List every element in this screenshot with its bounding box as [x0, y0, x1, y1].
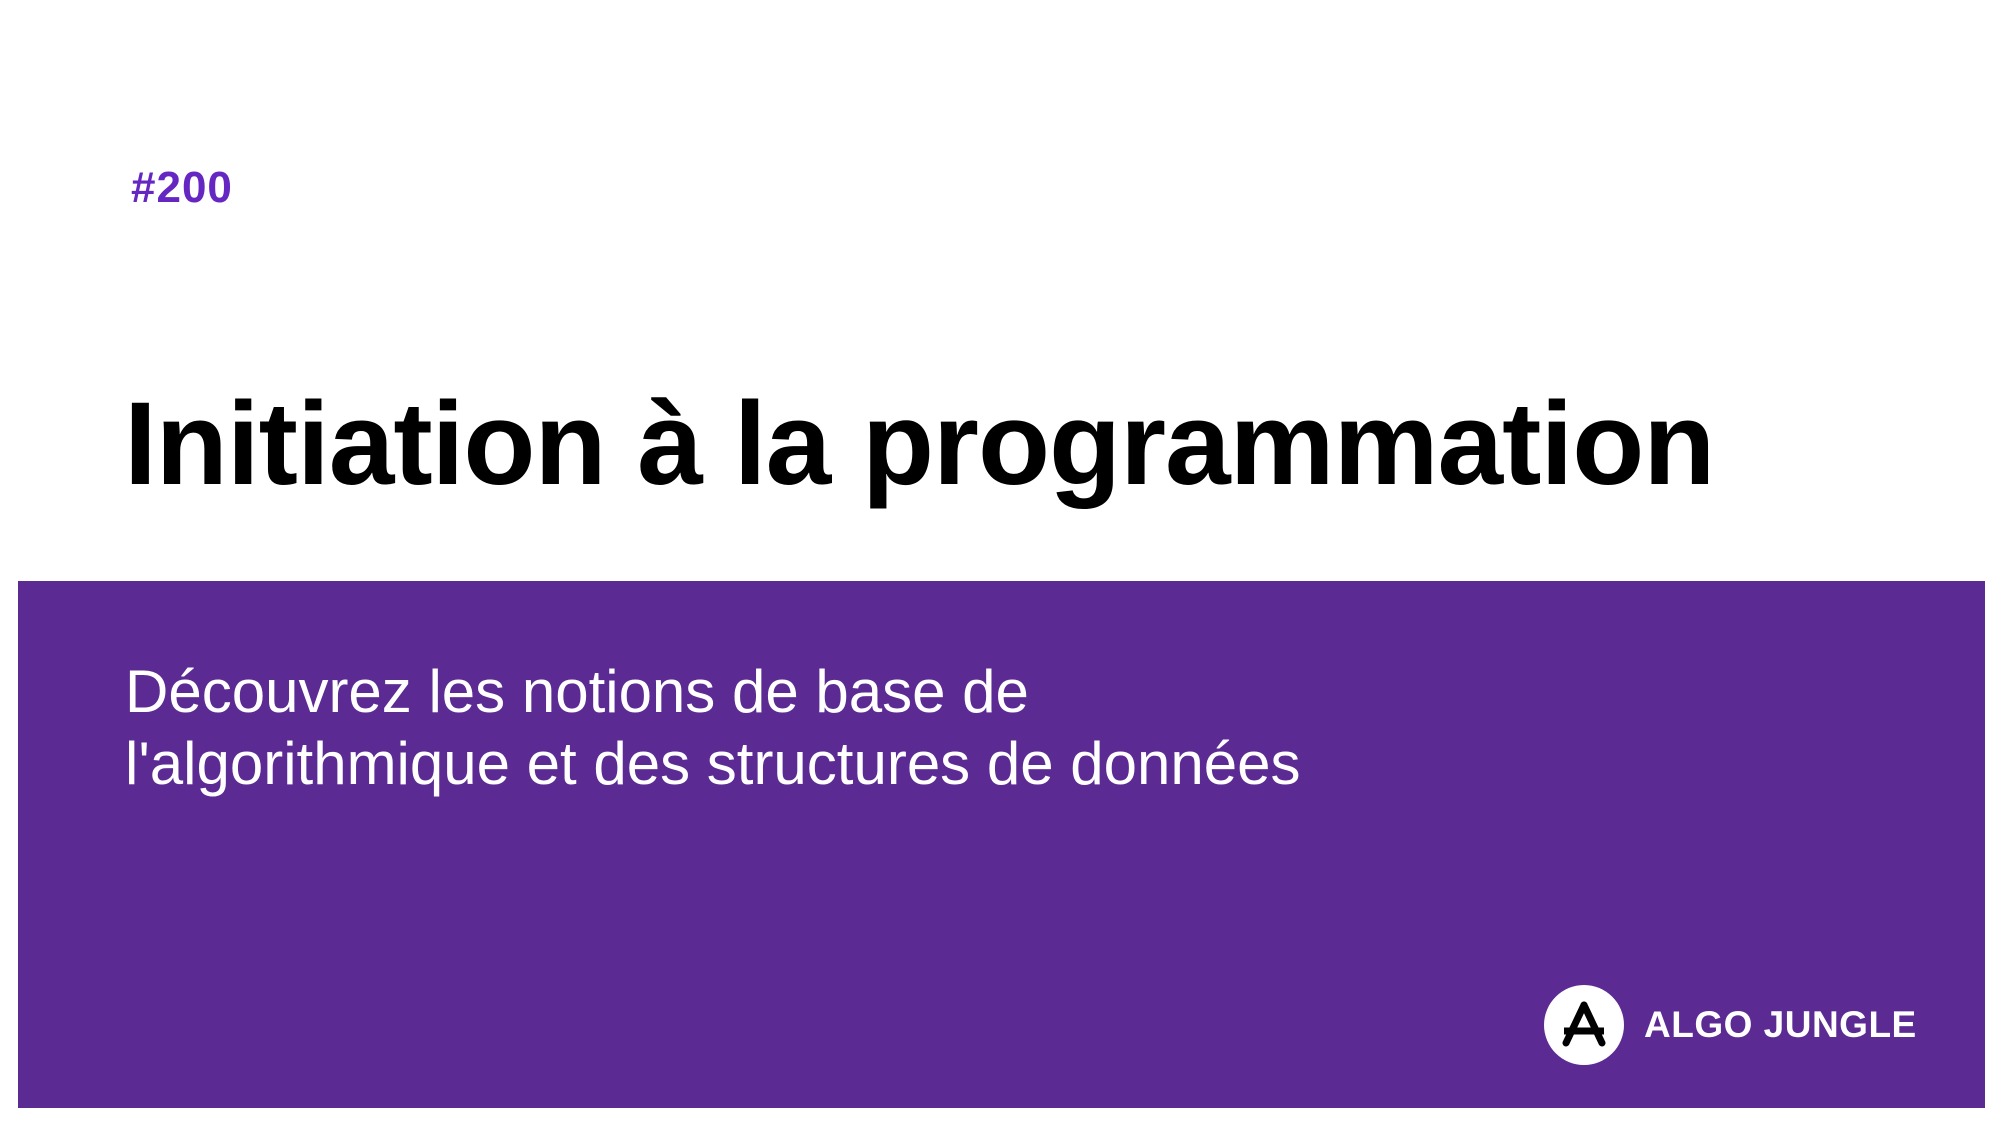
brand-name: ALGO JUNGLE — [1644, 1004, 1917, 1045]
subtitle-line-2: l'algorithmique et des structures de don… — [125, 730, 1301, 797]
subtitle-line-1: Découvrez les notions de base de — [125, 658, 1029, 725]
course-number: #200 — [131, 163, 233, 212]
course-title: Initiation à la programmation — [124, 378, 1715, 510]
algo-jungle-logo-icon — [1544, 985, 1624, 1065]
course-subtitle: Découvrez les notions de base de l'algor… — [125, 656, 1300, 800]
subtitle-banner: Découvrez les notions de base de l'algor… — [18, 581, 1985, 1108]
brand-lockup: ALGO JUNGLE — [1544, 985, 1917, 1065]
